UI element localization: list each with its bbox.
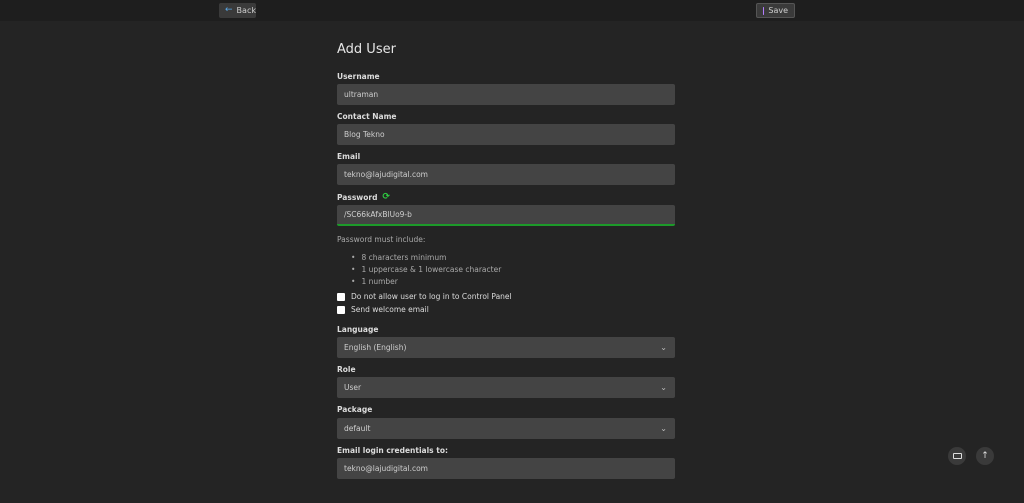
- contact-name-value: Blog Tekno: [344, 130, 385, 139]
- welcome-email-label: Send welcome email: [351, 305, 429, 314]
- email-field[interactable]: tekno@lajudigital.com: [337, 164, 675, 185]
- chevron-down-icon: ⌄: [660, 424, 667, 433]
- deny-login-label: Do not allow user to log in to Control P…: [351, 292, 512, 301]
- package-select[interactable]: default ⌄: [337, 418, 675, 439]
- page-title: Add User: [337, 42, 396, 57]
- language-select[interactable]: English (English) ⌄: [337, 337, 675, 358]
- password-field[interactable]: /SC66kAfxBlUo9-b: [337, 205, 675, 226]
- contact-name-label-text: Contact Name: [337, 112, 397, 121]
- welcome-email-checkbox-row[interactable]: Send welcome email: [337, 305, 429, 314]
- password-rules-heading: Password must include:: [337, 235, 426, 244]
- top-toolbar: ← Back Save: [0, 0, 1024, 21]
- package-label-text: Package: [337, 405, 373, 414]
- username-field[interactable]: ultraman: [337, 84, 675, 105]
- password-rule-item: 1 number: [351, 275, 501, 287]
- email-credentials-field[interactable]: tekno@lajudigital.com: [337, 458, 675, 479]
- role-value: User: [344, 383, 362, 392]
- save-label: Save: [768, 6, 788, 15]
- welcome-email-checkbox[interactable]: [337, 305, 345, 314]
- password-value: /SC66kAfxBlUo9-b: [344, 210, 412, 219]
- email-label-text: Email: [337, 152, 361, 161]
- email-credentials-label: Email login credentials to:: [337, 446, 448, 455]
- floppy-disk-icon: [763, 6, 772, 15]
- back-button[interactable]: ← Back: [219, 3, 256, 18]
- email-credentials-label-text: Email login credentials to:: [337, 446, 448, 455]
- package-label: Package: [337, 405, 372, 414]
- arrow-left-icon: ←: [225, 5, 233, 15]
- back-label: Back: [236, 6, 256, 15]
- keyboard-shortcuts-button[interactable]: [948, 447, 966, 465]
- password-rules-list: 8 characters minimum 1 uppercase & 1 low…: [351, 251, 501, 287]
- username-label: Username: [337, 72, 380, 81]
- username-value: ultraman: [344, 90, 379, 99]
- scroll-top-button[interactable]: ↑: [976, 447, 994, 465]
- chevron-down-icon: ⌄: [660, 343, 667, 352]
- role-select[interactable]: User ⌄: [337, 377, 675, 398]
- email-label: Email: [337, 152, 360, 161]
- language-label-text: Language: [337, 325, 379, 334]
- arrow-up-icon: ↑: [981, 451, 989, 461]
- deny-login-checkbox-row[interactable]: Do not allow user to log in to Control P…: [337, 292, 512, 301]
- password-label-text: Password: [337, 192, 378, 202]
- deny-login-checkbox[interactable]: [337, 292, 345, 301]
- password-label: Password ⟳: [337, 192, 390, 202]
- refresh-icon[interactable]: ⟳: [382, 192, 390, 202]
- role-label-text: Role: [337, 365, 356, 374]
- chevron-down-icon: ⌄: [660, 383, 667, 392]
- contact-name-field[interactable]: Blog Tekno: [337, 124, 675, 145]
- contact-name-label: Contact Name: [337, 112, 397, 121]
- password-rule-item: 1 uppercase & 1 lowercase character: [351, 263, 501, 275]
- language-value: English (English): [344, 343, 407, 352]
- username-label-text: Username: [337, 72, 380, 81]
- role-label: Role: [337, 365, 356, 374]
- keyboard-icon: [952, 453, 962, 459]
- language-label: Language: [337, 325, 378, 334]
- email-value: tekno@lajudigital.com: [344, 170, 428, 179]
- package-value: default: [344, 424, 371, 433]
- password-rule-item: 8 characters minimum: [351, 251, 501, 263]
- email-credentials-value: tekno@lajudigital.com: [344, 464, 428, 473]
- save-button[interactable]: Save: [756, 3, 795, 18]
